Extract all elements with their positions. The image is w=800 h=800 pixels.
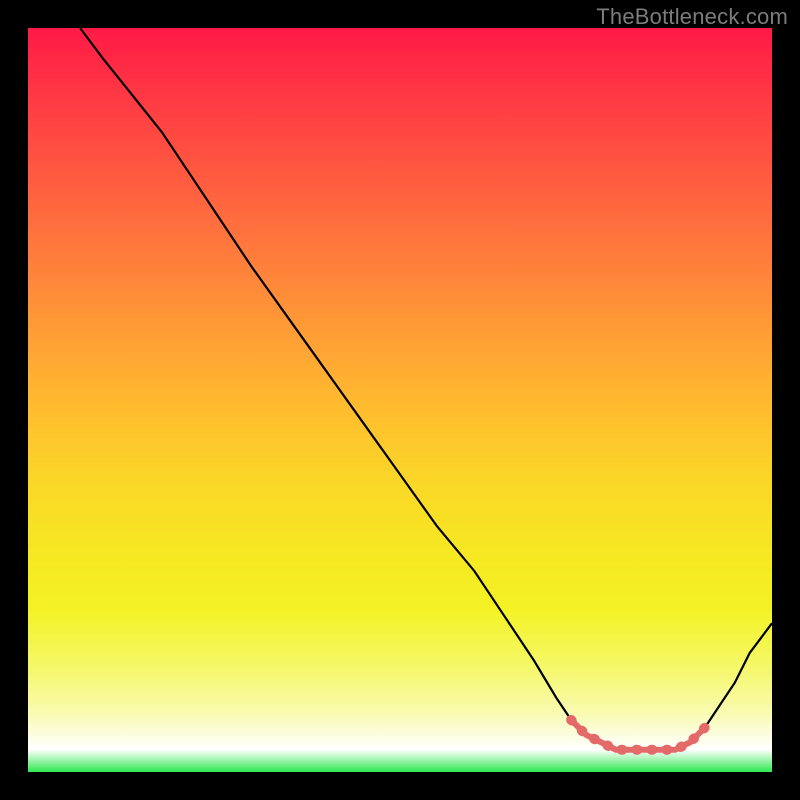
chart-stage: TheBottleneck.com (0, 0, 800, 800)
black-curve (80, 28, 772, 750)
plot-area (28, 28, 772, 772)
watermark-text: TheBottleneck.com (596, 4, 788, 30)
curve-layer (28, 28, 772, 772)
